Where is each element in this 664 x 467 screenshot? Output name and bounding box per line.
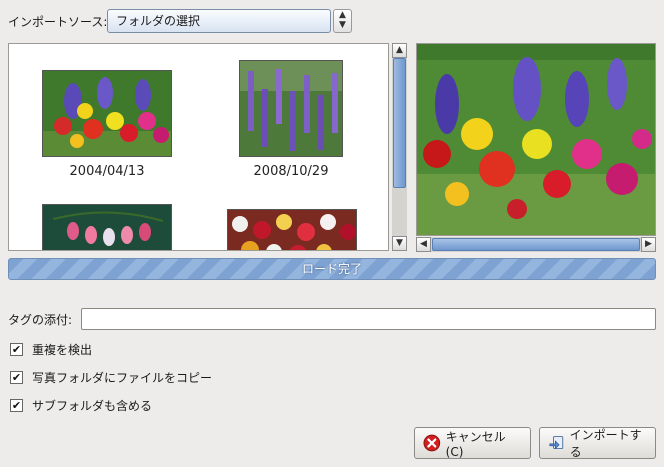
import-source-select[interactable]: フォルダの選択	[107, 9, 331, 33]
copy-to-photos-folder-label: 写真フォルダにファイルをコピー	[32, 370, 213, 385]
preview-image	[417, 44, 655, 235]
cancel-button[interactable]: キャンセル(C)	[414, 427, 531, 459]
source-spin-icon[interactable]: ▲ ▼	[333, 9, 352, 33]
include-subfolders-checkbox[interactable]: ✔	[10, 398, 23, 412]
detect-duplicates-checkbox[interactable]: ✔	[10, 342, 23, 356]
mixed-flowers-photo-icon	[228, 210, 356, 250]
photo-thumbnail-3[interactable]	[42, 204, 172, 250]
photo-thumbnail-1[interactable]	[42, 70, 172, 157]
import-source-label: インポートソース:	[8, 15, 108, 29]
import-icon	[549, 436, 564, 450]
import-button-label: インポートする	[569, 428, 642, 459]
scroll-right-icon[interactable]: ▶	[641, 237, 656, 252]
thumbnail-date-1: 2004/04/13	[69, 164, 145, 179]
copy-to-photos-folder-checkbox[interactable]: ✔	[10, 370, 23, 384]
hscroll-thumb[interactable]	[432, 238, 640, 251]
bleeding-heart-photo-icon	[43, 205, 171, 250]
lavender-photo-icon	[240, 61, 342, 156]
load-progress-bar: ロード完了	[8, 258, 656, 280]
scroll-up-icon[interactable]: ▲	[392, 43, 407, 58]
hscroll-track[interactable]	[431, 237, 641, 252]
thumbnail-scrollbar[interactable]: ▲ ▼	[392, 43, 407, 251]
preview-scrollbar[interactable]: ◀ ▶	[416, 237, 656, 252]
option-include-subfolders[interactable]: ✔ サブフォルダも含める	[10, 396, 152, 414]
attach-tags-input[interactable]	[81, 308, 656, 330]
include-subfolders-label: サブフォルダも含める	[32, 398, 153, 413]
detect-duplicates-label: 重複を検出	[32, 342, 93, 357]
scroll-thumb[interactable]	[393, 58, 406, 188]
scroll-down-icon[interactable]: ▼	[392, 236, 407, 251]
option-copy-to-photos-folder[interactable]: ✔ 写真フォルダにファイルをコピー	[10, 368, 212, 386]
photo-preview	[416, 43, 656, 236]
thumbnail-grid[interactable]: 2004/04/13 2008/10/29	[8, 43, 389, 251]
scroll-left-icon[interactable]: ◀	[416, 237, 431, 252]
import-button[interactable]: インポートする	[539, 427, 656, 459]
attach-tags-label: タグの添付:	[8, 313, 73, 327]
scroll-track[interactable]	[392, 58, 407, 236]
option-detect-duplicates[interactable]: ✔ 重複を検出	[10, 340, 92, 358]
primula-photo-icon	[43, 71, 171, 156]
photo-thumbnail-4[interactable]	[227, 209, 357, 250]
photo-thumbnail-2[interactable]	[239, 60, 343, 157]
cancel-icon	[423, 434, 441, 452]
thumbnail-date-2: 2008/10/29	[253, 164, 329, 179]
cancel-button-label: キャンセル(C)	[445, 429, 506, 459]
